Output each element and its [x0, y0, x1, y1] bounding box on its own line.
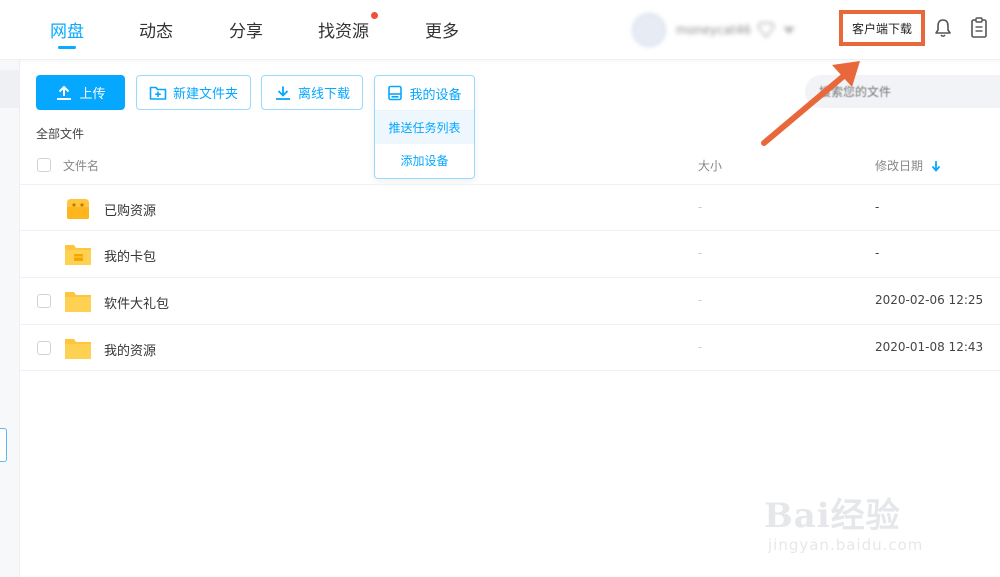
tab-share[interactable]: 分享 — [229, 17, 263, 42]
baidu-jingyan-watermark: Bai经验 jingyan.baidu.com — [764, 488, 964, 558]
sidebar-active-item[interactable] — [0, 70, 20, 108]
my-devices-button[interactable]: 我的设备 — [375, 76, 474, 111]
download-icon — [275, 86, 290, 100]
notification-dot — [371, 12, 378, 19]
upload-button[interactable]: 上传 — [36, 75, 125, 110]
sort-down-icon[interactable] — [931, 160, 941, 172]
username: moneycat46 — [676, 23, 752, 37]
file-date: 2020-01-08 12:43 — [875, 340, 984, 354]
file-size: - — [698, 340, 703, 354]
breadcrumb[interactable]: 全部文件 — [36, 125, 84, 142]
card-folder-icon — [65, 245, 91, 265]
column-header-name[interactable]: 文件名 — [63, 157, 99, 174]
client-download-button[interactable]: 客户端下载 — [839, 10, 925, 46]
file-size: - — [698, 246, 703, 260]
file-name[interactable]: 我的资源 — [104, 340, 156, 359]
menu-item-add-device[interactable]: 添加设备 — [375, 144, 474, 177]
menu-item-push-task-list[interactable]: 推送任务列表 — [375, 111, 474, 144]
table-row[interactable]: 软件大礼包 - 2020-02-06 12:25 — [20, 277, 1000, 323]
tab-find-resources[interactable]: 找资源 — [318, 17, 369, 42]
chevron-down-icon[interactable] — [783, 26, 796, 34]
row-checkbox[interactable] — [37, 294, 51, 308]
offline-download-label: 离线下载 — [297, 87, 350, 102]
annotation-arrow-icon — [761, 61, 860, 146]
file-name[interactable]: 已购资源 — [104, 200, 156, 219]
watermark-url: jingyan.baidu.com — [768, 536, 924, 554]
bell-icon[interactable] — [934, 18, 952, 38]
column-header-date-label: 修改日期 — [875, 159, 924, 173]
file-date: - — [875, 246, 880, 260]
file-size: - — [698, 200, 703, 214]
avatar[interactable] — [632, 13, 666, 47]
file-date: - — [875, 200, 880, 214]
file-date: 2020-02-06 12:25 — [875, 293, 984, 307]
column-header-size[interactable]: 大小 — [698, 157, 722, 174]
upload-label: 上传 — [79, 87, 106, 102]
top-navigation-bar: 网盘 动态 分享 找资源 更多 moneycat46 客户端下载 — [0, 0, 1000, 60]
new-folder-button[interactable]: 新建文件夹 — [136, 75, 251, 110]
vip-diamond-icon — [757, 22, 775, 38]
table-bottom-divider — [20, 370, 1000, 371]
table-row[interactable]: 我的卡包 - - — [20, 230, 1000, 276]
active-tab-indicator — [58, 46, 76, 49]
clipboard-icon[interactable] — [970, 17, 988, 39]
sidebar-collapse-handle[interactable] — [0, 428, 7, 462]
file-name[interactable]: 我的卡包 — [104, 246, 156, 265]
tab-more[interactable]: 更多 — [425, 17, 459, 42]
table-row[interactable]: 我的资源 - 2020-01-08 12:43 — [20, 324, 1000, 370]
upload-icon — [57, 85, 72, 100]
column-header-date[interactable]: 修改日期 — [875, 157, 941, 174]
select-all-checkbox[interactable] — [37, 158, 51, 172]
tab-activity[interactable]: 动态 — [139, 17, 173, 42]
folder-icon — [65, 339, 91, 359]
device-icon — [388, 85, 403, 101]
netdisk-page: 网盘 动态 分享 找资源 更多 moneycat46 客户端下载 上传 新建文件… — [0, 0, 1000, 577]
file-name[interactable]: 软件大礼包 — [104, 293, 169, 312]
user-menu[interactable]: moneycat46 — [632, 13, 796, 47]
sidebar — [0, 60, 20, 577]
row-checkbox[interactable] — [37, 341, 51, 355]
table-row[interactable]: 已购资源 - - — [20, 184, 1000, 230]
new-folder-icon — [149, 86, 167, 100]
tab-netdisk[interactable]: 网盘 — [50, 17, 84, 42]
purchased-folder-icon — [67, 199, 89, 219]
my-devices-dropdown[interactable]: 我的设备 推送任务列表 添加设备 — [374, 75, 475, 179]
watermark-logo-text: Bai经验 — [764, 496, 901, 536]
my-devices-label: 我的设备 — [409, 87, 462, 103]
offline-download-button[interactable]: 离线下载 — [261, 75, 363, 110]
folder-icon — [65, 292, 91, 312]
new-folder-label: 新建文件夹 — [172, 87, 238, 102]
file-size: - — [698, 293, 703, 307]
